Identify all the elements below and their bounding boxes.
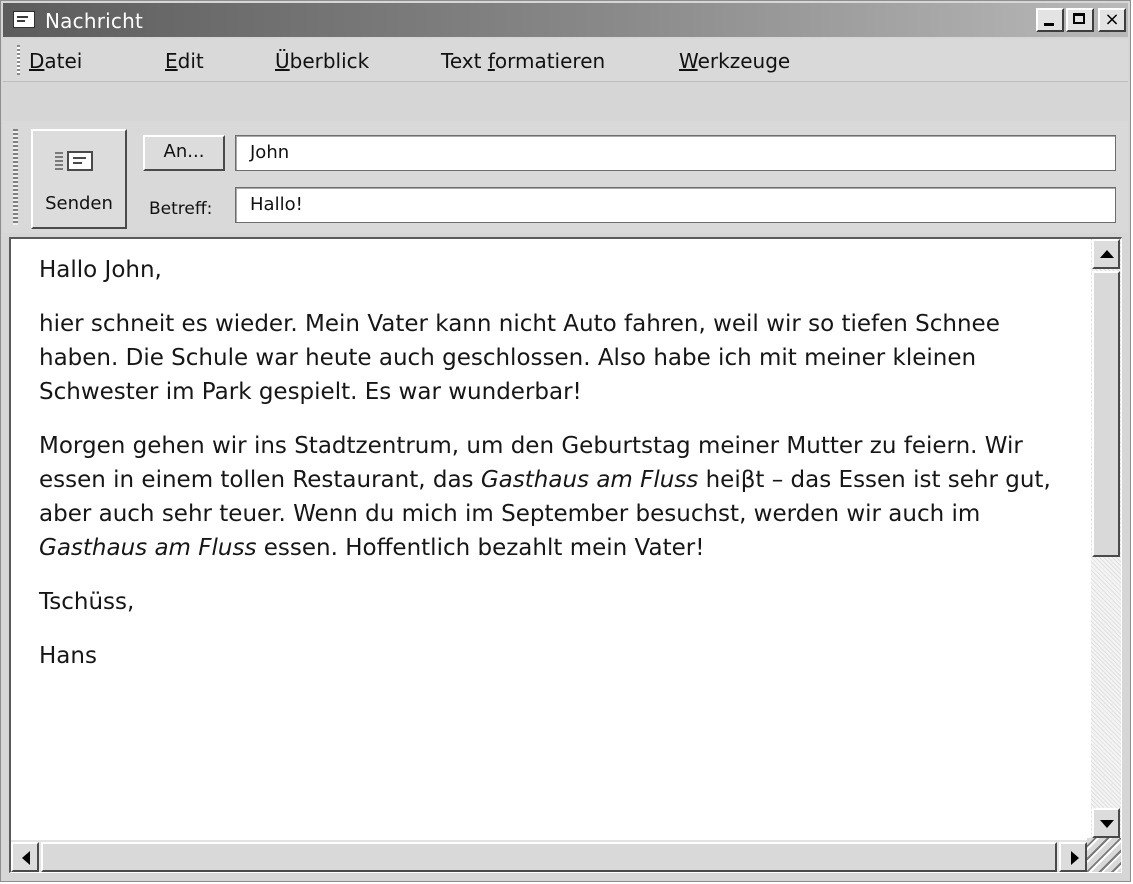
message-body[interactable]: Hallo John, hier schneit es wieder. Mein… [9,237,1122,873]
paragraph-1: hier schneit es wieder. Mein Vater kann … [39,311,1000,405]
greeting: Hallo John, [39,257,162,283]
arrow-left-icon [22,851,30,865]
menu-werkzeuge[interactable]: Werkzeuge [679,49,790,73]
arrow-right-icon [1071,851,1079,865]
message-icon [13,11,35,28]
window-title: Nachricht [45,9,143,33]
maximize-button[interactable] [1066,8,1094,32]
scroll-up-button[interactable] [1092,239,1120,269]
restaurant-name: Gasthaus am Fluss [480,467,699,493]
title-bar[interactable]: Nachricht × [3,3,1128,37]
scroll-down-button[interactable] [1092,808,1120,838]
arrow-up-icon [1100,250,1114,258]
menu-datei[interactable]: Datei [29,49,82,73]
resize-grip-icon[interactable] [1087,838,1121,872]
closing: Tschüss, [39,589,135,615]
vertical-scroll-thumb[interactable] [1092,271,1120,557]
minimize-button[interactable] [1036,8,1064,32]
vertical-scrollbar[interactable] [1091,239,1121,838]
close-button[interactable]: × [1098,8,1126,32]
message-window: Nachricht × Datei Edit Überblick Text fo… [0,0,1131,882]
speed-lines-icon [55,152,63,170]
signature: Hans [39,643,97,669]
scroll-left-button[interactable] [11,842,39,872]
arrow-down-icon [1100,820,1114,828]
scroll-right-button[interactable] [1059,842,1087,872]
menu-edit[interactable]: Edit [165,49,204,73]
menu-text-formatieren[interactable]: Text formatieren [441,49,605,73]
subject-label: Betreff: [149,199,213,219]
menu-ueberblick[interactable]: Überblick [275,49,369,73]
horizontal-scrollbar[interactable] [11,840,1087,872]
to-button[interactable]: An... [143,135,225,171]
message-text[interactable]: Hallo John, hier schneit es wieder. Mein… [39,253,1079,693]
send-label: Senden [45,193,113,214]
paragraph-2: Morgen gehen wir ins Stadtzentrum, um de… [39,433,1051,561]
close-icon: × [1104,9,1120,30]
menu-grip-handle[interactable] [17,45,20,75]
compose-header: Senden An... John Betreff: Hallo! [3,121,1128,233]
send-button[interactable]: Senden [31,129,127,229]
horizontal-scroll-thumb[interactable] [41,842,1057,872]
envelope-icon [67,151,93,171]
menu-bar: Datei Edit Überblick Text formatieren We… [3,39,1128,82]
subject-field[interactable]: Hallo! [235,187,1116,223]
toolbar-grip-handle[interactable] [13,129,18,225]
restaurant-name: Gasthaus am Fluss [39,535,257,561]
to-field[interactable]: John [235,135,1116,171]
